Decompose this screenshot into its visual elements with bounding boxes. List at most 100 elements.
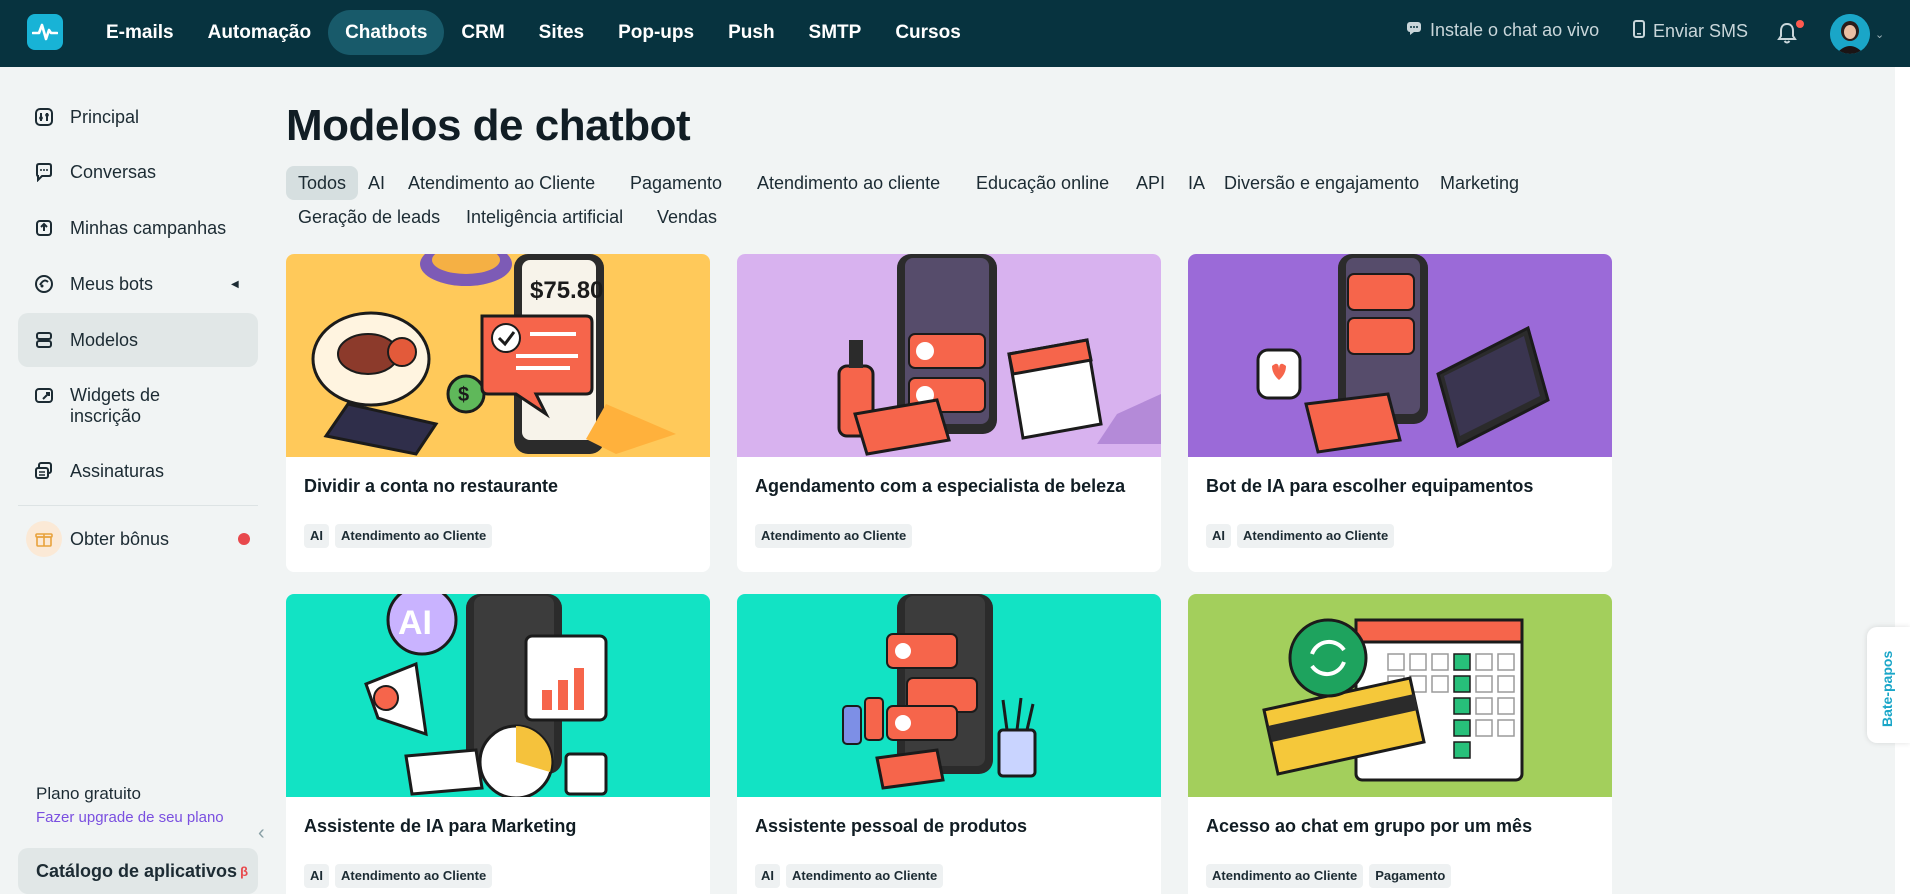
card-title: Assistente pessoal de produtos xyxy=(755,816,1028,836)
tag: Atendimento ao Cliente xyxy=(335,864,493,888)
logo-icon[interactable] xyxy=(27,14,63,50)
chat-icon xyxy=(1406,20,1422,41)
equipment-bot-illustration xyxy=(1188,254,1612,457)
tag: Atendimento ao Cliente xyxy=(1237,524,1395,548)
nav-emails[interactable]: E-mails xyxy=(89,10,191,55)
template-card[interactable]: Assistente pessoal de produtos AI Atendi… xyxy=(737,594,1161,894)
main-nav: E-mails Automação Chatbots CRM Sites Pop… xyxy=(89,10,978,55)
filter-chip[interactable]: Inteligência artificial xyxy=(454,200,635,234)
filter-chip[interactable]: IA xyxy=(1176,166,1217,200)
tag: Atendimento ao Cliente xyxy=(1206,864,1364,888)
card-tags: AI Atendimento ao Cliente xyxy=(1206,524,1395,548)
card-title: Bot de IA para escolher equipamentos xyxy=(1206,476,1534,496)
sidebar-item-label: Meus bots xyxy=(70,273,154,294)
filter-chip[interactable]: Atendimento ao Cliente xyxy=(396,166,607,200)
gift-icon xyxy=(26,521,62,557)
caret-left-icon[interactable]: ◀ xyxy=(231,279,239,290)
restaurant-bill-illustration: $ $75.80 xyxy=(286,254,710,457)
card-tags: AI Atendimento ao Cliente xyxy=(304,864,493,888)
tag: AI xyxy=(755,864,780,888)
filter-chip[interactable]: Todos xyxy=(286,166,359,200)
chat-bubble-icon xyxy=(33,161,55,183)
nav-chatbots[interactable]: Chatbots xyxy=(328,10,445,55)
widget-icon xyxy=(33,385,55,407)
beta-badge: β xyxy=(240,863,248,879)
upgrade-plan-link[interactable]: Fazer upgrade de seu plano xyxy=(36,809,224,826)
sidebar-item-conversas[interactable]: Conversas xyxy=(18,145,258,199)
filter-chip[interactable]: Pagamento xyxy=(618,166,734,200)
filter-chip[interactable]: Vendas xyxy=(645,200,729,234)
send-sms-link[interactable]: Enviar SMS xyxy=(1633,20,1748,43)
app-catalog-label: Catálogo de aplicativos xyxy=(36,860,238,881)
plan-title: Plano gratuito xyxy=(36,784,141,803)
install-chat-label: Instale o chat ao vivo xyxy=(1430,20,1600,40)
card-tags: AI Atendimento ao Cliente xyxy=(755,864,944,888)
subscriptions-icon xyxy=(33,460,55,482)
campaign-icon xyxy=(33,217,55,239)
nav-sites[interactable]: Sites xyxy=(522,10,601,55)
sidebar-item-label: Assinaturas xyxy=(70,460,165,481)
sidebar-item-campanhas[interactable]: Minhas campanhas xyxy=(18,201,258,255)
template-card[interactable]: Acesso ao chat em grupo por um mês Atend… xyxy=(1188,594,1612,894)
card-tags: AI Atendimento ao Cliente xyxy=(304,524,493,548)
filter-chip[interactable]: Marketing xyxy=(1428,166,1531,200)
tag: AI xyxy=(1206,524,1231,548)
sidebar-item-label: Widgets de inscrição xyxy=(70,385,161,426)
filter-chip[interactable]: API xyxy=(1124,166,1177,200)
svg-text:$: $ xyxy=(458,384,469,406)
sidebar-item-label: Conversas xyxy=(70,161,157,182)
tag: AI xyxy=(304,864,329,888)
sidebar-item-label: Minhas campanhas xyxy=(70,217,227,238)
collapse-sidebar-chevron-icon[interactable]: ‹ xyxy=(258,822,265,845)
template-card[interactable]: $ $75.80 Dividir a conta no restaurante … xyxy=(286,254,710,572)
card-title: Assistente de IA para Marketing xyxy=(304,816,577,836)
card-tags: Atendimento ao Cliente xyxy=(755,524,913,548)
chats-side-tab[interactable]: Bate-papos xyxy=(1867,627,1910,743)
top-navbar: E-mails Automação Chatbots CRM Sites Pop… xyxy=(0,0,1910,67)
card-title: Agendamento com a especialista de beleza xyxy=(755,476,1126,496)
nav-smtp[interactable]: SMTP xyxy=(792,10,879,55)
sidebar-item-label: Modelos xyxy=(70,329,139,350)
nav-popups[interactable]: Pop-ups xyxy=(601,10,711,55)
nav-automacao[interactable]: Automação xyxy=(191,10,328,55)
sidebar-item-bonus[interactable]: Obter bônus xyxy=(18,512,258,566)
tag: Pagamento xyxy=(1369,864,1452,888)
alert-dot xyxy=(238,533,250,545)
sidebar-item-meus-bots[interactable]: Meus bots ◀ xyxy=(18,257,258,311)
install-chat-link[interactable]: Instale o chat ao vivo xyxy=(1406,20,1599,41)
send-sms-label: Enviar SMS xyxy=(1653,21,1749,41)
avatar[interactable] xyxy=(1830,14,1870,54)
filter-chip[interactable]: Geração de leads xyxy=(298,200,440,234)
sidebar-item-assinaturas[interactable]: Assinaturas xyxy=(18,444,258,498)
sidebar-item-widgets[interactable]: Widgets de inscrição xyxy=(18,379,258,433)
filter-chip[interactable]: Educação online xyxy=(964,166,1121,200)
app-catalog-button[interactable]: Catálogo de aplicativos β xyxy=(18,848,258,894)
sidebar-divider xyxy=(18,505,258,506)
dashboard-icon xyxy=(33,106,55,128)
filter-chip[interactable]: Diversão e engajamento xyxy=(1212,166,1431,200)
nav-push[interactable]: Push xyxy=(711,10,791,55)
page-title: Modelos de chatbot xyxy=(286,101,691,150)
filter-chip[interactable]: AI xyxy=(356,166,397,200)
template-card[interactable]: Agendamento com a especialista de beleza… xyxy=(737,254,1161,572)
filter-chip[interactable]: Atendimento ao cliente xyxy=(745,166,952,200)
card-title: Dividir a conta no restaurante xyxy=(304,476,559,496)
tag: Atendimento ao Cliente xyxy=(755,524,913,548)
card-title: Acesso ao chat em grupo por um mês xyxy=(1206,816,1533,836)
tag: Atendimento ao Cliente xyxy=(786,864,944,888)
template-card[interactable]: AI Assistente de IA para Marketing AI At… xyxy=(286,594,710,894)
sidebar-item-label: Obter bônus xyxy=(70,528,170,549)
right-panel-edge xyxy=(1895,67,1910,894)
marketing-ai-illustration: AI xyxy=(286,594,710,797)
sidebar-item-principal[interactable]: Principal xyxy=(18,90,258,144)
nav-crm[interactable]: CRM xyxy=(444,10,521,55)
chevron-down-icon[interactable]: ⌄ xyxy=(1875,28,1884,41)
card-tags: Atendimento ao Cliente Pagamento xyxy=(1206,864,1452,888)
group-chat-access-illustration xyxy=(1188,594,1612,797)
bill-amount: $75.80 xyxy=(530,277,603,304)
sidebar-item-modelos[interactable]: Modelos xyxy=(18,313,258,367)
template-card[interactable]: Bot de IA para escolher equipamentos AI … xyxy=(1188,254,1612,572)
sidebar-item-label: Principal xyxy=(70,106,140,127)
tag: Atendimento ao Cliente xyxy=(335,524,493,548)
nav-cursos[interactable]: Cursos xyxy=(878,10,977,55)
